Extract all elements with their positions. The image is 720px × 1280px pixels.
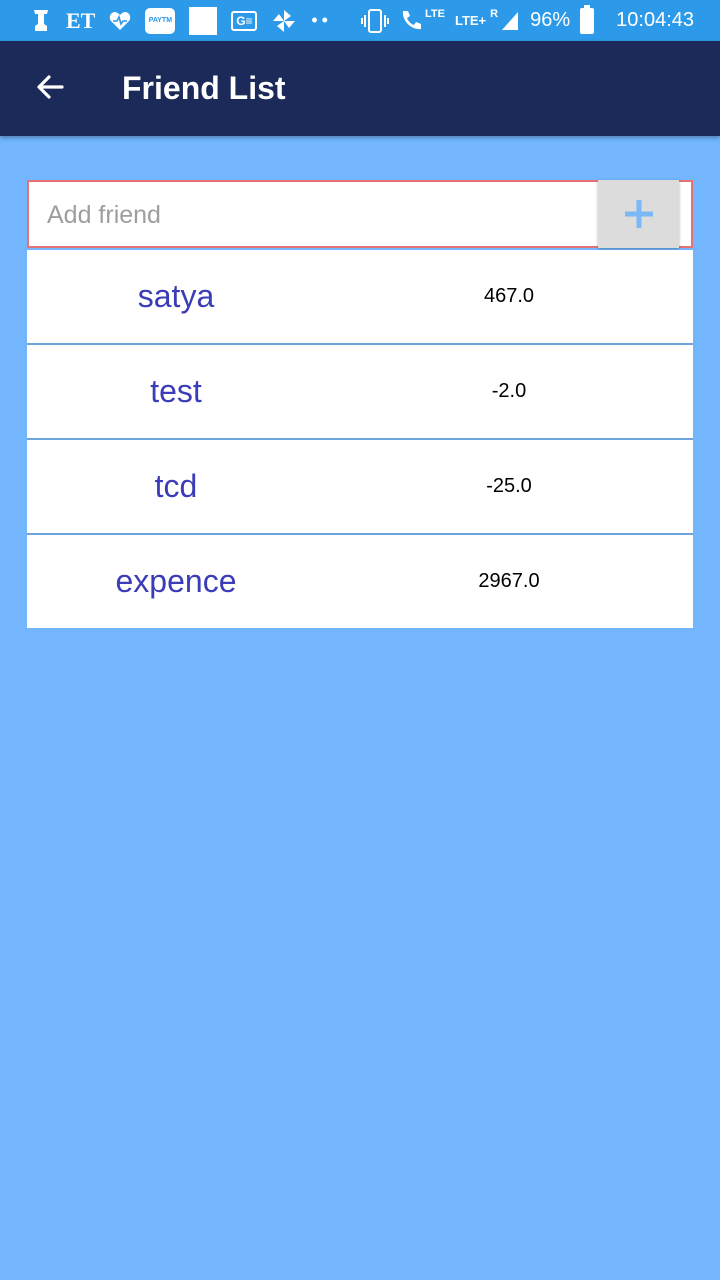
page-title: Friend List	[122, 70, 286, 106]
add-friend-button[interactable]	[598, 180, 679, 248]
heart-pulse-icon	[109, 0, 131, 41]
friend-amount: -2.0	[491, 380, 527, 402]
paytm-icon: PAYTM	[145, 7, 176, 34]
friend-name: satya	[137, 278, 215, 314]
lte-call-icon: LTE	[399, 0, 445, 41]
et-icon: ET	[66, 7, 96, 33]
friend-row[interactable]: tcd -25.0	[27, 440, 693, 535]
ge-icon: G≡	[231, 10, 258, 31]
add-friend-row	[27, 180, 693, 248]
back-button[interactable]	[28, 65, 72, 109]
lte-label: LTE	[425, 7, 445, 20]
friend-row[interactable]: expence 2967.0	[27, 535, 693, 628]
friend-name: tcd	[154, 468, 198, 504]
friend-name: expence	[115, 563, 237, 599]
clock: 10:04:43	[616, 9, 694, 31]
notification-icon	[189, 6, 218, 35]
friend-list: satya 467.0 test -2.0 tcd -25.0 expence …	[27, 250, 693, 628]
friend-amount: -25.0	[486, 475, 532, 497]
plus-icon	[624, 200, 653, 228]
lte-plus-label: LTE+	[454, 13, 487, 28]
friend-row[interactable]: satya 467.0	[27, 250, 693, 345]
roaming-label: R	[490, 7, 499, 20]
battery-percent: 96%	[530, 9, 571, 31]
scooter-icon	[30, 0, 52, 41]
arrow-left-icon	[37, 75, 64, 99]
more-notifications-icon: ••	[311, 10, 332, 30]
friend-amount: 2967.0	[478, 570, 540, 592]
friend-row[interactable]: test -2.0	[27, 345, 693, 440]
pinwheel-icon	[271, 0, 297, 41]
friend-amount: 467.0	[483, 285, 535, 307]
status-bar: ET PAYTM G≡ •• LTE LTE+ R 96% 10:04:43	[0, 0, 720, 41]
app-bar: Friend List	[0, 41, 720, 136]
add-friend-input[interactable]	[45, 182, 599, 248]
friend-name: test	[150, 373, 202, 409]
battery-icon	[580, 4, 595, 34]
signal-icon: LTE+ R	[455, 0, 520, 41]
vibrate-icon	[361, 0, 389, 41]
